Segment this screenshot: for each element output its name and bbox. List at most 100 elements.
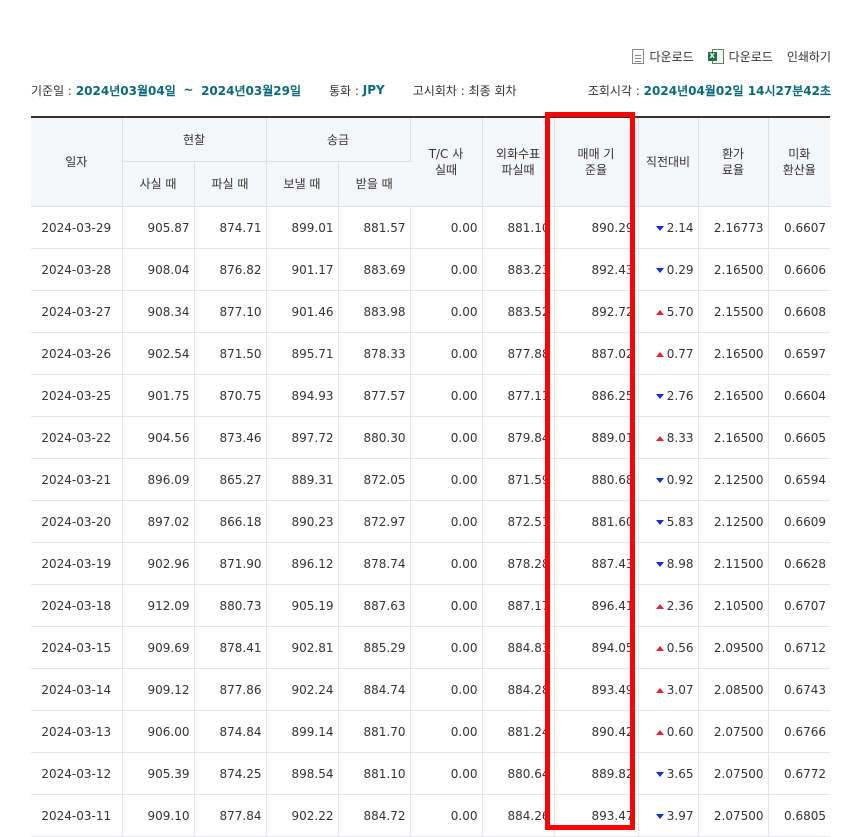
cash-buy-cell: 902.96 — [122, 542, 195, 585]
cash-buy-cell: 905.39 — [122, 752, 195, 795]
tc-cell: 0.00 — [410, 374, 483, 417]
change-cell: 2.36 — [638, 584, 699, 627]
change-value: 0.77 — [666, 347, 694, 362]
change-value: 2.14 — [666, 221, 694, 236]
change-cell: 5.70 — [638, 290, 699, 333]
remit-send-cell: 895.71 — [266, 332, 339, 375]
cash-sell-cell: 877.86 — [194, 668, 267, 711]
base-rate-cell: 886.25 — [554, 374, 639, 417]
fee-rate-cell: 2.11500 — [698, 542, 769, 585]
check-cell: 881.10 — [482, 206, 555, 249]
fee-rate-cell: 2.16500 — [698, 374, 769, 417]
header-date: 일자 — [31, 117, 123, 207]
cash-sell-cell: 877.84 — [194, 794, 267, 837]
remit-receive-cell: 881.57 — [338, 206, 411, 249]
change-cell: 8.33 — [638, 416, 699, 459]
exchange-rate-table: 일자 현찰 송금 T/C 사실때 외화수표 파실때 매매 기준율 직전대비 환가… — [31, 116, 830, 837]
check-cell: 880.64 — [482, 752, 555, 795]
change-cell: 2.76 — [638, 374, 699, 417]
notice-round-value: 최종 회차 — [468, 83, 517, 98]
table-row: 2024-03-15 909.69 878.41 902.81 885.29 0.00 88… — [31, 626, 830, 669]
usd-rate-cell: 0.6597 — [768, 332, 830, 375]
cash-sell-cell: 866.18 — [194, 500, 267, 543]
tc-cell: 0.00 — [410, 626, 483, 669]
base-rate-cell: 896.41 — [554, 584, 639, 627]
remit-receive-cell: 872.97 — [338, 500, 411, 543]
triangle-up-icon — [655, 309, 664, 315]
check-cell: 883.52 — [482, 290, 555, 333]
print-button[interactable]: 인쇄하기 — [787, 48, 831, 65]
header-cash: 현찰 — [122, 117, 267, 162]
cash-buy-cell: 909.69 — [122, 626, 195, 669]
check-cell: 877.11 — [482, 374, 555, 417]
change-value: 0.60 — [666, 725, 694, 740]
change-cell: 3.97 — [638, 794, 699, 837]
header-cash-sell: 파실 때 — [194, 161, 267, 207]
print-label: 인쇄하기 — [786, 50, 831, 64]
page: 다운로드 X 다운로드 인쇄하기 기준일 : 2024년03월04일 ~ 202… — [0, 0, 861, 837]
row-date: 2024-03-20 — [31, 500, 123, 543]
remit-send-cell: 902.24 — [266, 668, 339, 711]
currency-value: JPY — [362, 83, 385, 97]
table-row: 2024-03-18 912.09 880.73 905.19 887.63 0.00 88… — [31, 584, 830, 627]
excel-icon: X — [707, 49, 724, 64]
base-rate-cell: 889.01 — [554, 416, 639, 459]
usd-rate-cell: 0.6605 — [768, 416, 830, 459]
base-rate-cell: 887.43 — [554, 542, 639, 585]
base-date-label: 기준일 : — [31, 83, 72, 98]
query-time-value: 2024년04월02일 14시27분42초 — [643, 83, 831, 98]
change-value: 3.65 — [666, 767, 694, 782]
remit-send-cell: 902.22 — [266, 794, 339, 837]
fee-rate-cell: 2.12500 — [698, 500, 769, 543]
start-date: 2024년03월04일 — [75, 83, 176, 98]
fee-rate-cell: 2.16500 — [698, 248, 769, 291]
cash-sell-cell: 870.75 — [194, 374, 267, 417]
change-value: 3.07 — [666, 683, 694, 698]
remit-receive-cell: 880.30 — [338, 416, 411, 459]
cash-sell-cell: 873.46 — [194, 416, 267, 459]
base-rate-cell: 890.29 — [554, 206, 639, 249]
tc-cell: 0.00 — [410, 458, 483, 501]
cash-buy-cell: 912.09 — [122, 584, 195, 627]
cash-sell-cell: 876.82 — [194, 248, 267, 291]
download-label: 다운로드 — [649, 50, 694, 64]
cash-buy-cell: 897.02 — [122, 500, 195, 543]
usd-rate-cell: 0.6707 — [768, 584, 830, 627]
excel-download-button[interactable]: X 다운로드 — [707, 48, 773, 65]
cash-sell-cell: 871.90 — [194, 542, 267, 585]
fee-rate-cell: 2.08500 — [698, 668, 769, 711]
check-cell: 887.17 — [482, 584, 555, 627]
table-row: 2024-03-12 905.39 874.25 898.54 881.10 0.00 88… — [31, 752, 830, 795]
table-row: 2024-03-14 909.12 877.86 902.24 884.74 0.00 88… — [31, 668, 830, 711]
check-cell: 883.23 — [482, 248, 555, 291]
usd-rate-cell: 0.6766 — [768, 710, 830, 753]
header-fee-rate: 환가 료율 — [698, 117, 769, 207]
fee-rate-cell: 2.10500 — [698, 584, 769, 627]
change-value: 2.76 — [666, 389, 694, 404]
triangle-down-icon — [655, 519, 664, 525]
usd-rate-cell: 0.6604 — [768, 374, 830, 417]
fee-rate-cell: 2.09500 — [698, 626, 769, 669]
table-row: 2024-03-22 904.56 873.46 897.72 880.30 0.00 87… — [31, 416, 830, 459]
header-check: 외화수표 파실때 — [482, 117, 555, 207]
remit-send-cell: 890.23 — [266, 500, 339, 543]
download-button[interactable]: 다운로드 — [632, 48, 694, 65]
fee-rate-cell: 2.07500 — [698, 710, 769, 753]
base-rate-cell: 893.49 — [554, 668, 639, 711]
base-rate-cell: 893.47 — [554, 794, 639, 837]
cash-sell-cell: 871.50 — [194, 332, 267, 375]
remit-receive-cell: 884.72 — [338, 794, 411, 837]
cash-sell-cell: 865.27 — [194, 458, 267, 501]
tc-cell: 0.00 — [410, 668, 483, 711]
row-date: 2024-03-18 — [31, 584, 123, 627]
toolbar: 다운로드 X 다운로드 인쇄하기 — [632, 48, 831, 65]
fee-rate-cell: 2.16773 — [698, 206, 769, 249]
remit-send-cell: 905.19 — [266, 584, 339, 627]
fee-rate-cell: 2.07500 — [698, 752, 769, 795]
cash-sell-cell: 878.41 — [194, 626, 267, 669]
tc-cell: 0.00 — [410, 248, 483, 291]
cash-buy-cell: 909.12 — [122, 668, 195, 711]
fee-rate-cell: 2.15500 — [698, 290, 769, 333]
cash-buy-cell: 904.56 — [122, 416, 195, 459]
base-rate-cell: 894.05 — [554, 626, 639, 669]
